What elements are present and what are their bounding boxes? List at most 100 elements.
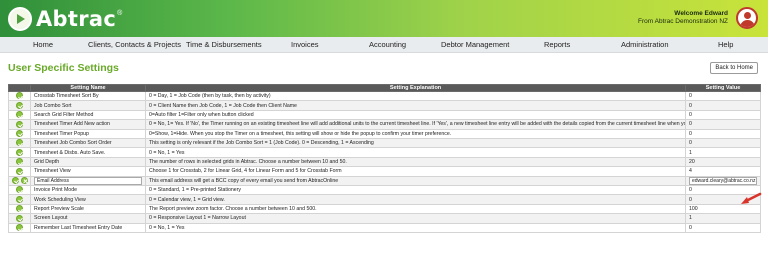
table-row: Timesheet Timer Add New action 0 = No, 1=… — [8, 119, 761, 130]
table-row: Invoice Print Mode 0 = Standard, 1 = Pre-… — [8, 185, 761, 196]
edit-icon[interactable] — [16, 224, 23, 232]
edit-icon[interactable] — [16, 158, 23, 166]
setting-name-cell: Remember Last Timesheet Entry Date — [30, 222, 146, 234]
table-row: Timesheet & Disbs. Auto Save. 0 = No, 1 =… — [8, 147, 761, 158]
nav-debtor-management[interactable]: Debtor Management — [441, 40, 509, 49]
setting-explanation-cell: The Report preview zoom factor. Choose a… — [145, 203, 686, 215]
setting-name-cell: Timesheet Timer Add New action — [30, 119, 146, 130]
column-header-setting-name: Setting Name — [30, 84, 146, 92]
table-row: Timesheet View Choose 1 for Crosstab, 2 f… — [8, 166, 761, 177]
edit-icon[interactable] — [16, 167, 23, 175]
welcome-line: Welcome Edward — [674, 10, 728, 17]
nav-invoices[interactable]: Invoices — [291, 40, 319, 49]
welcome-text: Welcome Edward From Abtrac Demonstration… — [638, 10, 728, 26]
abtrac-logo[interactable]: Abtrac ® — [8, 6, 122, 32]
table-row: Crosstab Timesheet Sort By 0 = Day, 1 = J… — [8, 90, 761, 102]
setting-explanation-cell: 0 = No, 1 = Yes — [145, 222, 686, 234]
setting-name-cell: Search Grid Filter Method — [30, 109, 146, 121]
setting-name-cell: Email Address — [30, 175, 146, 187]
edit-icon[interactable] — [16, 214, 23, 222]
table-row: Screen Layout 0 = Responsive Layout 1 = N… — [8, 213, 761, 224]
row-actions — [8, 166, 31, 177]
edit-icon[interactable] — [16, 120, 23, 128]
page-title: User Specific Settings — [8, 62, 119, 74]
row-actions — [8, 128, 31, 140]
row-actions — [8, 147, 31, 158]
setting-explanation-cell: 0 = Calendar view, 1 = Grid view. — [145, 194, 686, 205]
setting-value-cell: 1 — [685, 147, 761, 158]
row-actions — [8, 90, 31, 102]
user-avatar-icon[interactable] — [736, 7, 758, 29]
setting-value-cell: edward.cleary@abtrac.co.nz — [685, 175, 761, 187]
edit-icon[interactable] — [16, 196, 23, 203]
table-row: Search Grid Filter Method 0=Auto filter 1… — [8, 109, 761, 121]
setting-value-cell: 20 — [685, 156, 761, 168]
setting-name-cell: Crosstab Timesheet Sort By — [30, 90, 146, 102]
setting-explanation-cell: This email address will get a BCC copy o… — [145, 175, 686, 187]
table-row: Timesheet Job Combo Sort Order This setti… — [8, 138, 761, 149]
table-row: Remember Last Timesheet Entry Date 0 = No… — [8, 222, 761, 234]
row-actions — [8, 203, 31, 215]
setting-explanation-cell: 0 = Responsive Layout 1 = Narrow Layout — [145, 213, 686, 224]
row-actions — [8, 138, 31, 149]
nav-time-disbursements[interactable]: Time & Disbursements — [186, 40, 262, 49]
setting-explanation-cell: 0 = Standard, 1 = Pre-printed Stationery — [145, 185, 686, 196]
edit-icon[interactable] — [16, 148, 23, 156]
row-actions — [8, 100, 31, 111]
nav-accounting[interactable]: Accounting — [369, 40, 406, 49]
setting-explanation-cell: 0 = Day, 1 = Job Code (then by task, the… — [145, 90, 686, 102]
edit-icon[interactable] — [16, 111, 23, 119]
setting-value-cell: 0 — [685, 138, 761, 149]
setting-name-cell: Invoice Print Mode — [30, 185, 146, 196]
table-row: Work Scheduling View 0 = Calendar view, 1… — [8, 194, 761, 205]
setting-explanation-cell: 0=Show, 1=Hide. When you stop the Timer … — [145, 128, 686, 140]
edit-icon[interactable] — [16, 186, 23, 194]
nav-administration[interactable]: Administration — [621, 40, 669, 49]
setting-value-cell: 0 — [685, 100, 761, 111]
nav-reports[interactable]: Reports — [544, 40, 570, 49]
row-actions — [8, 213, 31, 224]
setting-value-cell: 0 — [685, 109, 761, 121]
setting-explanation-cell: The number of rows in selected grids in … — [145, 156, 686, 168]
registered-mark: ® — [117, 10, 123, 17]
table-row: Job Combo Sort 0 = Client Name then Job C… — [8, 100, 761, 111]
setting-value-cell: 0 — [685, 128, 761, 140]
edit-icon[interactable] — [16, 92, 23, 100]
row-actions — [8, 194, 31, 205]
column-header-setting-value: Setting Value — [685, 84, 761, 92]
main-nav: Home Clients, Contacts & Projects Time &… — [0, 37, 768, 53]
setting-name-input[interactable]: Email Address — [34, 177, 142, 185]
table-row: Email Address This email address will get… — [8, 175, 761, 187]
setting-name-cell: Timesheet Timer Popup — [30, 128, 146, 140]
setting-name-cell: Work Scheduling View — [30, 194, 146, 205]
setting-name-cell: Timesheet View — [30, 166, 146, 177]
cancel-icon[interactable] — [20, 177, 28, 184]
brand-name: Abtrac — [36, 7, 117, 31]
column-header-setting-explanation: Setting Explanation — [145, 84, 686, 92]
row-actions — [8, 156, 31, 168]
setting-name-cell: Screen Layout — [30, 213, 146, 224]
edit-icon[interactable] — [16, 130, 23, 137]
setting-explanation-cell: Choose 1 for Crosstab, 2 for Linear Grid… — [145, 166, 686, 177]
setting-name-cell: Grid Depth — [30, 156, 146, 168]
nav-clients-contacts-projects[interactable]: Clients, Contacts & Projects — [88, 40, 181, 49]
back-to-home-button[interactable]: Back to Home — [710, 62, 758, 74]
nav-home[interactable]: Home — [33, 40, 53, 49]
setting-explanation-cell: This setting is only relevant if the Job… — [145, 138, 686, 149]
row-actions — [8, 175, 31, 187]
setting-value-cell: 0 — [685, 90, 761, 102]
setting-value-cell: 0 — [685, 222, 761, 234]
play-icon — [8, 7, 32, 31]
setting-name-cell: Timesheet & Disbs. Auto Save. — [30, 147, 146, 158]
setting-name-cell: Job Combo Sort — [30, 100, 146, 111]
edit-icon[interactable] — [16, 139, 23, 147]
nav-help[interactable]: Help — [718, 40, 733, 49]
edit-icon[interactable] — [16, 205, 23, 213]
column-header-actions — [8, 84, 31, 92]
edit-icon[interactable] — [16, 101, 23, 109]
setting-name-cell: Timesheet Job Combo Sort Order — [30, 138, 146, 149]
row-actions — [8, 109, 31, 121]
setting-value-input[interactable]: edward.cleary@abtrac.co.nz — [689, 177, 757, 185]
edit-icon[interactable] — [11, 177, 19, 184]
table-row: Timesheet Timer Popup 0=Show, 1=Hide. Whe… — [8, 128, 761, 140]
